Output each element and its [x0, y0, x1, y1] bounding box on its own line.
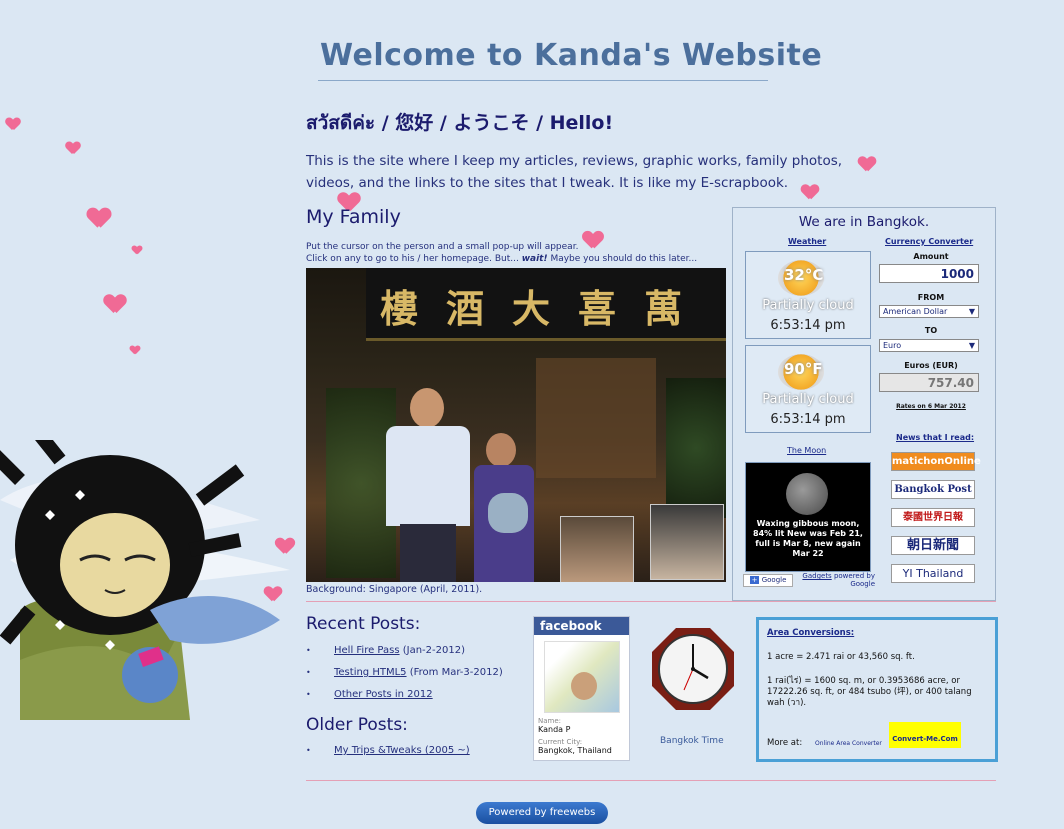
fb-name-label: Name: [538, 717, 562, 725]
rates-note[interactable]: Rates on 6 Mar 2012 [879, 403, 983, 410]
to-label: TO [924, 326, 938, 335]
family-member-son-inset[interactable] [650, 504, 724, 580]
facebook-badge[interactable]: facebook Name: Kanda P Current City: Ban… [533, 616, 630, 761]
intro-text: This is the site where I keep my article… [306, 153, 843, 191]
recent-posts-heading: Recent Posts: [306, 614, 421, 634]
area-line1: 1 acre = 2.471 rai or 43,560 sq. ft. [767, 652, 915, 662]
title-divider [318, 80, 768, 81]
from-currency-select[interactable]: American Dollar [879, 305, 979, 318]
powered-by-freewebs-button[interactable]: Powered by freewebs [476, 802, 608, 824]
bangkok-widget-panel: We are in Bangkok. Weather 32°C Partiall… [732, 207, 996, 601]
weather-time: 6:53:14 pm [770, 412, 846, 427]
area-more-link[interactable]: Online Area Converter [815, 740, 882, 747]
weather-fahrenheit: 90°F Partially cloud 6:53:14 pm [745, 345, 871, 433]
heart-icon [66, 142, 80, 154]
convert-me-logo[interactable]: Convert-Me.Com [889, 722, 961, 748]
older-posts-heading: Older Posts: [306, 715, 408, 735]
section-divider [306, 601, 996, 602]
to-currency-select[interactable]: Euro [879, 339, 979, 352]
family-member-father[interactable] [386, 388, 470, 582]
weather-temp: 90°F [784, 360, 823, 378]
profile-picture [544, 641, 620, 713]
weather-time: 6:53:14 pm [770, 318, 846, 333]
post-link[interactable]: Testing HTML5 [334, 667, 407, 678]
family-heading: My Family [306, 206, 401, 228]
post-link[interactable]: Other Posts in 2012 [334, 689, 433, 700]
anime-character-illustration [0, 440, 290, 720]
footer-divider [306, 780, 996, 781]
news-label: News that I read: [896, 433, 975, 442]
news-link-bangkok-post[interactable]: Bangkok Post [891, 480, 975, 499]
moon-phase-text: Waxing gibbous moon, 84% lit New was Feb… [753, 519, 863, 558]
post-list-item: • Testing HTML5 (From Mar-3-2012) [306, 667, 503, 678]
heart-icon [88, 208, 110, 227]
plus-icon: + [749, 576, 760, 584]
fb-city-value: Bangkok, Thailand [538, 746, 612, 755]
family-member-mother-inset[interactable] [560, 516, 634, 582]
background-caption: Background: Singapore (April, 2011). [306, 584, 483, 595]
family-note-line1: Put the cursor on the person and a small… [306, 242, 579, 252]
weather-condition: Partially cloud [762, 392, 854, 407]
result-field: 757.40 [879, 373, 979, 392]
heart-icon [132, 246, 142, 254]
post-link[interactable]: My Trips &Tweaks (2005 ~) [334, 745, 470, 756]
heart-icon [105, 295, 126, 313]
heart-icon [130, 346, 140, 354]
news-link-asahi[interactable]: 朝日新聞 [891, 536, 975, 555]
gadgets-link[interactable]: Gadgets [802, 572, 831, 580]
weather-condition: Partially cloud [762, 298, 854, 313]
family-note: Put the cursor on the person and a small… [306, 241, 697, 265]
google-add-button[interactable]: + Google [743, 574, 793, 587]
post-link[interactable]: Hell Fire Pass [334, 645, 400, 656]
area-heading: Area Conversions: [767, 628, 855, 638]
analog-clock-icon [652, 628, 734, 710]
weather-temp: 32°C [784, 266, 824, 284]
post-list-item: • Hell Fire Pass (Jan-2-2012) [306, 645, 465, 656]
news-link-matichon[interactable]: matichonOnline [891, 452, 981, 471]
clock-caption: Bangkok Time [660, 736, 724, 746]
family-note-line2: Click on any to go to his / her homepage… [306, 254, 698, 264]
fb-city-label: Current City: [538, 738, 583, 746]
news-link-world-journal[interactable]: 泰國世界日報 [891, 508, 975, 527]
moon-link[interactable]: The Moon [787, 446, 826, 455]
post-list-item: • My Trips &Tweaks (2005 ~) [306, 745, 470, 756]
news-link-yi-thailand[interactable]: YI Thailand [891, 564, 975, 583]
from-label: FROM [917, 293, 945, 302]
panel-heading: We are in Bangkok. [798, 214, 930, 230]
heart-icon [6, 118, 20, 130]
weather-link[interactable]: Weather [788, 237, 826, 246]
restaurant-sign: 樓酒大喜萬 [366, 268, 726, 341]
fb-name-value: Kanda P [538, 725, 571, 734]
amount-input[interactable]: 1000 [879, 264, 979, 283]
area-conversions-box: Area Conversions: 1 acre = 2.471 rai or … [756, 617, 998, 762]
greeting: สวัสดีค่ะ / 您好 / ようこそ / Hello! [306, 112, 614, 134]
facebook-header: facebook [534, 617, 629, 635]
moon-icon [786, 473, 828, 515]
result-label: Euros (EUR) [904, 361, 958, 370]
amount-label: Amount [913, 252, 949, 261]
area-more-label: More at: [767, 738, 803, 748]
post-list-item: • Other Posts in 2012 [306, 689, 433, 700]
weather-celsius: 32°C Partially cloud 6:53:14 pm [745, 251, 871, 339]
area-line2: 1 rai(ไร่) = 1600 sq. m, or 0.3953686 ac… [767, 676, 972, 708]
family-member-child[interactable] [474, 433, 534, 582]
moon-widget: Waxing gibbous moon, 84% lit New was Feb… [745, 462, 871, 572]
gadgets-credit: Gadgets powered by Google [802, 572, 875, 588]
currency-converter-link[interactable]: Currency Converter [885, 237, 973, 246]
page-title: Welcome to Kanda's Website [320, 38, 823, 73]
family-photo[interactable]: 樓酒大喜萬 [306, 268, 726, 582]
